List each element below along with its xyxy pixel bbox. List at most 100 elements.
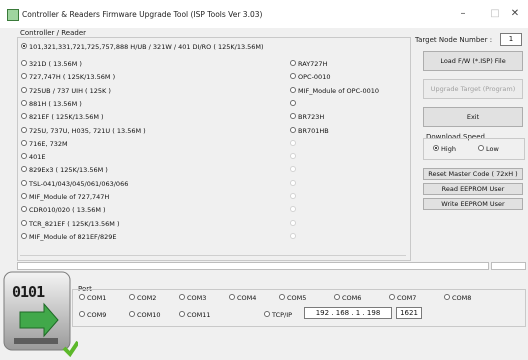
- controller-option[interactable]: 727,747H ( 125K/13.56M ): [21, 73, 115, 81]
- write-eeprom-button[interactable]: Write EEPROM User: [423, 198, 523, 210]
- radio-empty-icon: [264, 311, 270, 317]
- radio-label: COM11: [187, 311, 211, 319]
- port-radio[interactable]: COM9: [79, 311, 106, 319]
- radio-empty-icon: [290, 99, 296, 106]
- port-radio[interactable]: COM5: [279, 294, 306, 302]
- controller-option[interactable]: 725U, 737U, H035, 721U ( 13.56M ): [21, 126, 146, 135]
- port-radio[interactable]: COM11: [179, 311, 211, 319]
- radio-empty-icon: [21, 113, 27, 120]
- radio-empty-icon: [290, 73, 296, 80]
- port-radio[interactable]: COM1: [79, 294, 106, 302]
- controller-option[interactable]: 881H ( 13.56M ): [21, 99, 82, 108]
- target-node-label: Target Node Number :: [415, 36, 493, 44]
- controller-option-right[interactable]: MIF_Module of OPC-0010: [290, 86, 379, 95]
- radio-empty-icon: [389, 294, 395, 300]
- application-window: Controller & Readers Firmware Upgrade To…: [0, 0, 528, 358]
- controller-option-right[interactable]: [290, 166, 298, 174]
- radio-empty-icon: [21, 99, 27, 106]
- radio-empty-icon: [21, 232, 27, 239]
- progress-bar: [17, 262, 489, 270]
- controller-option-right[interactable]: [290, 206, 298, 214]
- controller-option[interactable]: CDR010/020 ( 13.56M ): [21, 206, 106, 214]
- radio-label: TCP/IP: [272, 311, 293, 319]
- speed-high-radio[interactable]: High: [433, 145, 456, 153]
- radio-label: COM9: [87, 311, 107, 319]
- controller-option[interactable]: 321D ( 13.56M ): [21, 60, 82, 68]
- controller-option[interactable]: TCR_821EF ( 125K/13.56M ): [21, 219, 120, 228]
- radio-empty-icon: [21, 179, 27, 186]
- controller-group-label: Controller / Reader: [20, 29, 87, 37]
- controller-option-right[interactable]: BR723H: [290, 113, 324, 121]
- minimize-button[interactable]: –: [452, 6, 474, 22]
- controller-option-right[interactable]: RAY727H: [290, 60, 327, 68]
- binary-download-icon: [0, 268, 80, 358]
- target-node-input[interactable]: 1: [500, 33, 522, 46]
- radio-selected-icon: [21, 43, 27, 49]
- controller-option-right[interactable]: [290, 139, 298, 148]
- controller-option-right[interactable]: [290, 232, 298, 241]
- controller-option-right[interactable]: [290, 99, 298, 108]
- ip-address-input[interactable]: 192 . 168 . 1 . 198: [304, 307, 392, 319]
- controller-option[interactable]: 401E: [21, 153, 46, 161]
- port-radio[interactable]: COM3: [179, 294, 206, 302]
- radio-empty-icon: [229, 294, 235, 300]
- radio-empty-icon: [290, 153, 296, 160]
- controller-option[interactable]: MIF_Module of 727,747H: [21, 193, 109, 201]
- reset-master-button[interactable]: Reset Master Code ( 72xH ): [423, 168, 523, 180]
- radio-empty-icon: [478, 145, 484, 151]
- controller-option-right[interactable]: [290, 153, 298, 161]
- controller-option[interactable]: MIF_Module of 821EF/829E: [21, 232, 117, 241]
- radio-empty-icon: [79, 311, 85, 317]
- radio-empty-icon: [290, 232, 296, 239]
- radio-empty-icon: [334, 294, 340, 300]
- tcpip-radio[interactable]: TCP/IP: [264, 311, 292, 319]
- radio-empty-icon: [79, 294, 85, 300]
- load-fw-button[interactable]: Load F/W (*.ISP) File: [423, 51, 523, 71]
- read-eeprom-button[interactable]: Read EEPROM User: [423, 183, 523, 195]
- speed-low-radio[interactable]: Low: [478, 145, 499, 153]
- controller-option[interactable]: 821EF ( 125K/13.56M ): [21, 113, 104, 121]
- port-radio[interactable]: COM7: [389, 294, 416, 302]
- radio-empty-icon: [21, 126, 27, 133]
- radio-label: High: [441, 145, 456, 153]
- radio-empty-icon: [129, 311, 135, 317]
- radio-label: TSL-041/043/045/061/063/066: [29, 179, 129, 188]
- radio-label: OPC-0010: [298, 73, 331, 82]
- radio-label: BR701HB: [298, 126, 329, 135]
- controller-option[interactable]: 725UB / 737 UIH ( 125K ): [21, 86, 111, 95]
- controller-option[interactable]: TSL-041/043/045/061/063/066: [21, 179, 129, 188]
- radio-empty-icon: [279, 294, 285, 300]
- app-icon: [7, 9, 19, 21]
- close-button[interactable]: ✕: [504, 6, 526, 22]
- controller-option-right[interactable]: BR701HB: [290, 126, 329, 135]
- controller-option-right[interactable]: [290, 219, 298, 228]
- port-radio[interactable]: COM4: [229, 294, 256, 302]
- binary-text: 0101: [12, 283, 45, 301]
- window-title: Controller & Readers Firmware Upgrade To…: [22, 10, 263, 19]
- radio-label: MIF_Module of 727,747H: [29, 193, 110, 201]
- controller-option-right[interactable]: [290, 179, 298, 188]
- upgrade-target-button[interactable]: Upgrade Target (Program): [423, 79, 523, 99]
- port-radio[interactable]: COM8: [444, 294, 471, 302]
- port-radio[interactable]: COM2: [129, 294, 156, 302]
- exit-button[interactable]: Exit: [423, 107, 523, 127]
- radio-label: COM2: [137, 294, 157, 302]
- radio-empty-icon: [290, 206, 296, 213]
- controller-option-right[interactable]: OPC-0010: [290, 73, 330, 81]
- radio-label: 821EF ( 125K/13.56M ): [29, 113, 104, 122]
- port-radio[interactable]: COM6: [334, 294, 361, 302]
- radio-empty-icon: [21, 166, 27, 173]
- radio-label: COM8: [452, 294, 472, 302]
- port-radio[interactable]: COM10: [129, 311, 161, 319]
- maximize-button[interactable]: □: [484, 6, 506, 22]
- controller-option[interactable]: 716E, 732M: [21, 139, 68, 148]
- radio-label: COM10: [137, 311, 161, 319]
- radio-empty-icon: [21, 206, 27, 213]
- radio-empty-icon: [290, 86, 296, 93]
- radio-controller-main[interactable]: 101,321,331,721,725,757,888 H/UB / 321W …: [21, 43, 264, 51]
- radio-empty-icon: [290, 166, 296, 173]
- radio-empty-icon: [129, 294, 135, 300]
- controller-option[interactable]: 829Ex3 ( 125K/13.56M ): [21, 166, 108, 174]
- tcp-port-input[interactable]: 1621: [396, 307, 422, 319]
- controller-option-right[interactable]: [290, 193, 298, 201]
